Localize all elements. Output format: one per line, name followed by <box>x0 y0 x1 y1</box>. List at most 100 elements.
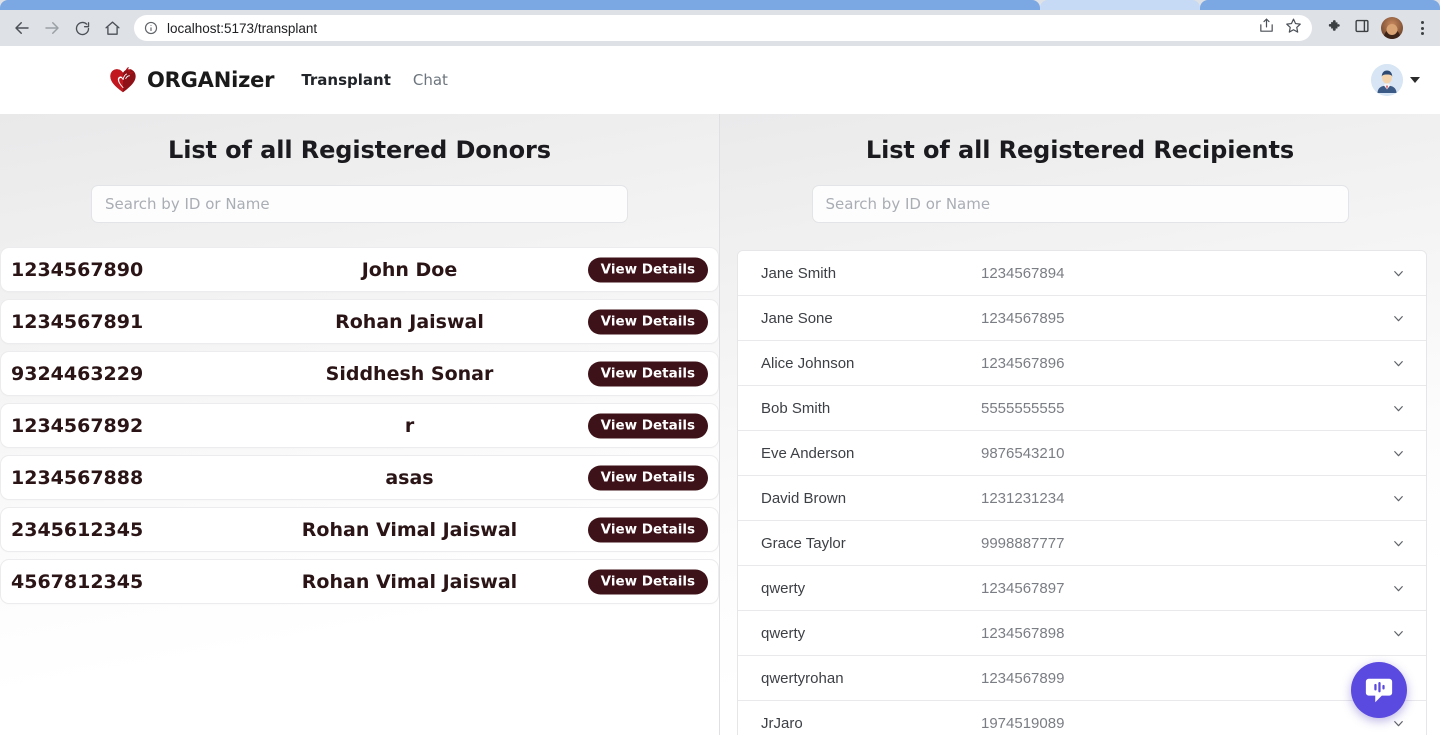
brand[interactable]: ORGANizer <box>108 65 275 95</box>
side-panel-icon[interactable] <box>1354 18 1370 39</box>
recipients-panel-title: List of all Registered Recipients <box>865 136 1295 164</box>
browser-toolbar: localhost:5173/transplant <box>0 10 1440 46</box>
star-bookmark-icon[interactable] <box>1285 17 1302 39</box>
recipient-row[interactable]: JrJaro 1974519089 <box>738 701 1426 735</box>
user-avatar-icon[interactable] <box>1371 64 1403 96</box>
donors-search-wrap <box>0 185 719 223</box>
recipient-row[interactable]: Grace Taylor 9998887777 <box>738 521 1426 566</box>
recipient-name: qwerty <box>761 579 806 597</box>
donor-row: 4567812345 Rohan Vimal Jaiswal View Detail… <box>0 559 719 604</box>
recipients-panel: List of all Registered Recipients Jane S… <box>720 114 1440 735</box>
recipient-phone: 5555555555 <box>981 399 1065 417</box>
recipient-name: Alice Johnson <box>761 354 855 372</box>
chevron-down-icon[interactable] <box>1410 77 1420 83</box>
donor-id: 2345612345 <box>11 518 144 541</box>
recipient-name: JrJaro <box>761 715 803 732</box>
back-arrow-icon[interactable] <box>8 14 36 42</box>
chevron-down-icon[interactable] <box>1389 624 1407 642</box>
browser-profile-avatar-icon[interactable] <box>1381 17 1403 39</box>
donor-row: 2345612345 Rohan Vimal Jaiswal View Detail… <box>0 507 719 552</box>
recipient-phone: 1974519089 <box>981 715 1065 732</box>
donor-row: 1234567890 John Doe View Details <box>0 247 719 292</box>
donors-panel-title: List of all Registered Donors <box>168 136 551 164</box>
app-navbar: ORGANizer Transplant Chat <box>0 46 1440 114</box>
recipient-name: Jane Smith <box>761 264 837 282</box>
recipient-row[interactable]: David Brown 1231231234 <box>738 476 1426 521</box>
profile-menu[interactable] <box>1371 64 1420 96</box>
recipient-name: qwerty <box>761 624 806 642</box>
recipient-row[interactable]: qwertyrohan 1234567899 <box>738 656 1426 701</box>
recipient-phone: 1234567894 <box>981 264 1065 282</box>
recipient-row[interactable]: Jane Sone 1234567895 <box>738 296 1426 341</box>
recipient-phone: 1234567896 <box>981 354 1065 372</box>
donors-search-input[interactable] <box>91 185 628 223</box>
recipient-row[interactable]: qwerty 1234567897 <box>738 566 1426 611</box>
recipient-list: Jane Smith 1234567894 Jane Sone 1234567895 A… <box>737 250 1427 735</box>
donor-id: 9324463229 <box>11 362 144 385</box>
address-bar[interactable]: localhost:5173/transplant <box>134 15 1312 41</box>
browser-tab-background[interactable] <box>0 0 1040 10</box>
view-details-button[interactable]: View Details <box>587 413 708 438</box>
browser-tab-other[interactable] <box>1200 0 1440 10</box>
chevron-down-icon[interactable] <box>1389 444 1407 462</box>
recipients-search-input[interactable] <box>811 185 1349 223</box>
donor-id: 1234567892 <box>11 414 144 437</box>
site-info-icon[interactable] <box>144 21 158 35</box>
view-details-button[interactable]: View Details <box>587 517 708 542</box>
view-details-button[interactable]: View Details <box>587 361 708 386</box>
donor-row: 1234567891 Rohan Jaiswal View Details <box>0 299 719 344</box>
chevron-down-icon[interactable] <box>1389 399 1407 417</box>
view-details-button[interactable]: View Details <box>587 465 708 490</box>
view-details-button[interactable]: View Details <box>587 309 708 334</box>
recipient-name: Eve Anderson <box>761 444 855 462</box>
kebab-menu-icon[interactable] <box>1414 19 1430 37</box>
browser-toolbar-actions <box>1320 17 1432 39</box>
recipient-name: Bob Smith <box>761 399 831 417</box>
chevron-down-icon[interactable] <box>1389 489 1407 507</box>
recipient-row[interactable]: Alice Johnson 1234567896 <box>738 341 1426 386</box>
puzzle-extensions-icon[interactable] <box>1326 17 1343 39</box>
recipient-row[interactable]: qwerty 1234567898 <box>738 611 1426 656</box>
recipient-name: Jane Sone <box>761 309 833 327</box>
donor-id: 1234567890 <box>11 258 144 281</box>
recipient-phone: 1234567898 <box>981 624 1065 642</box>
address-bar-url: localhost:5173/transplant <box>167 20 318 36</box>
nav-links: Transplant Chat <box>301 71 448 89</box>
chevron-down-icon[interactable] <box>1389 309 1407 327</box>
donor-id: 1234567888 <box>11 466 144 489</box>
recipient-phone: 9876543210 <box>981 444 1065 462</box>
chevron-down-icon[interactable] <box>1389 264 1407 282</box>
chevron-down-icon[interactable] <box>1389 579 1407 597</box>
recipient-row[interactable]: Bob Smith 5555555555 <box>738 386 1426 431</box>
nav-link-chat[interactable]: Chat <box>413 71 448 89</box>
share-icon[interactable] <box>1258 17 1275 39</box>
heart-hand-logo-icon <box>110 67 136 93</box>
donors-panel: List of all Registered Donors 1234567890… <box>0 114 720 735</box>
browser-tabstrip <box>0 0 1440 10</box>
recipient-row[interactable]: Jane Smith 1234567894 <box>738 251 1426 296</box>
view-details-button[interactable]: View Details <box>587 257 708 282</box>
forward-arrow-icon[interactable] <box>38 14 66 42</box>
donor-id: 4567812345 <box>11 570 144 593</box>
donor-row: 1234567892 r View Details <box>0 403 719 448</box>
recipient-name: Grace Taylor <box>761 534 846 552</box>
chevron-down-icon[interactable] <box>1389 534 1407 552</box>
recipient-phone: 1231231234 <box>981 489 1065 507</box>
chevron-down-icon[interactable] <box>1389 715 1407 733</box>
browser-chrome: localhost:5173/transplant <box>0 0 1440 46</box>
home-icon[interactable] <box>98 14 126 42</box>
recipient-phone: 1234567895 <box>981 309 1065 327</box>
chevron-down-icon[interactable] <box>1389 354 1407 372</box>
recipient-name: qwertyrohan <box>761 669 844 687</box>
reload-icon[interactable] <box>68 14 96 42</box>
nav-link-transplant[interactable]: Transplant <box>301 71 391 89</box>
recipient-row[interactable]: Eve Anderson 9876543210 <box>738 431 1426 476</box>
chat-fab-button[interactable] <box>1351 662 1407 718</box>
recipient-phone: 1234567899 <box>981 669 1065 687</box>
browser-tab-active[interactable] <box>1040 0 1200 10</box>
recipient-phone: 1234567897 <box>981 579 1065 597</box>
recipients-search-wrap <box>720 185 1440 223</box>
view-details-button[interactable]: View Details <box>587 569 708 594</box>
donor-row: 9324463229 Siddhesh Sonar View Details <box>0 351 719 396</box>
recipient-name: David Brown <box>761 489 847 507</box>
